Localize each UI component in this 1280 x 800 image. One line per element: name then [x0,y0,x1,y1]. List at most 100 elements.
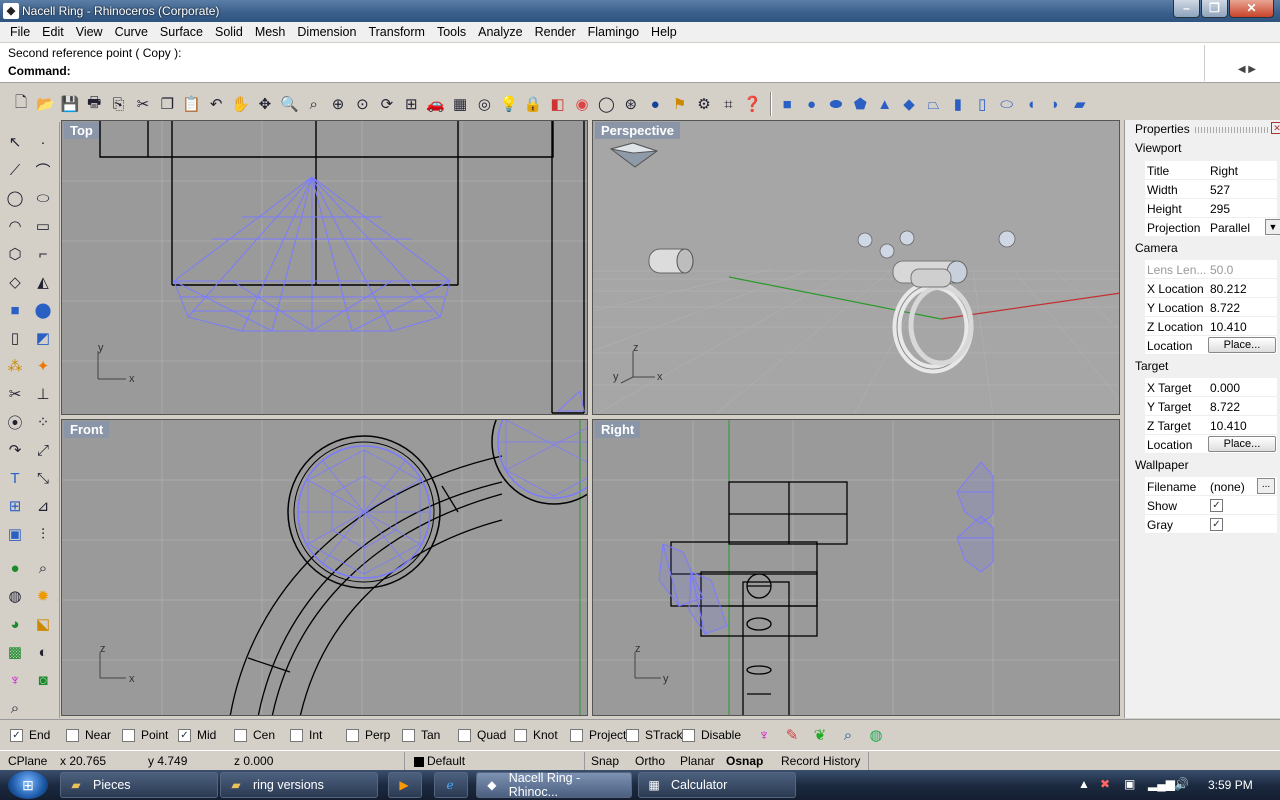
magnifier-icon[interactable]: ⌕ [836,724,860,746]
osnap-checkbox[interactable] [402,728,415,742]
rotate-icon[interactable]: ⟳ [376,93,398,115]
search-icon[interactable]: ⌕ [3,696,27,720]
record-history-toggle[interactable]: Record History [781,754,860,768]
taskbar-clock[interactable]: 3:59 PM [1208,778,1253,792]
leaf-icon[interactable]: ❦ [808,724,832,746]
properties-close-icon[interactable]: ✕ [1271,122,1280,134]
polygon-icon[interactable]: ⬡ [3,242,27,266]
planar-toggle[interactable]: Planar [680,754,715,768]
osnap-near[interactable]: Near [66,728,111,742]
viewport-right[interactable]: Right z y [592,419,1120,716]
new-icon[interactable]: 🗋 [10,93,32,115]
viewport-label-front[interactable]: Front [64,421,110,438]
menu-flamingo[interactable]: Flamingo [582,25,645,39]
fillet-curve-icon[interactable]: ⌐ [31,242,55,266]
split-icon[interactable]: ⊥ [31,382,55,406]
sun-icon[interactable]: ✹ [31,584,55,608]
restore-button[interactable]: ❐ [1201,0,1228,18]
prop-value[interactable]: 10.410 [1210,320,1247,334]
prop-value[interactable]: 8.722 [1210,301,1240,315]
tray-signal-icon[interactable]: ▂▄▆ [1148,777,1175,791]
save-icon[interactable]: 💾 [59,93,81,115]
close-button[interactable]: ✕ [1229,0,1274,18]
zoom-tool-icon[interactable]: ⌕ [31,556,55,580]
viewport-label-perspective[interactable]: Perspective [595,122,680,139]
rotate-view-icon[interactable]: ✥ [254,93,276,115]
osnap-int[interactable]: Int [290,728,322,742]
help-icon[interactable]: ❓ [742,93,764,115]
osnap-knot[interactable]: Knot [514,728,558,742]
prop-xtarget-row[interactable]: X Target 0.000 [1145,378,1277,397]
menu-tools[interactable]: Tools [431,25,472,39]
current-layer[interactable]: Default [427,754,465,768]
browse-button[interactable]: ... [1257,478,1275,494]
menu-file[interactable]: File [4,25,36,39]
prop-zloc-row[interactable]: Z Location 10.410 [1145,317,1277,336]
select-filter-icon[interactable]: ⚑ [669,93,691,115]
viewport-top[interactable]: Top y x [61,120,588,415]
open-icon[interactable]: 📂 [34,93,56,115]
zoom-icon[interactable]: 🔍 [278,93,300,115]
move-icon[interactable]: ↷ [3,438,27,462]
prop-value[interactable]: 527 [1210,183,1230,197]
render-preview-icon[interactable]: ◙ [31,668,55,692]
boolean-union-icon[interactable]: ⬤ [31,298,55,322]
prop-projection-row[interactable]: Projection Parallel ▼ [1145,218,1280,237]
menu-curve[interactable]: Curve [109,25,154,39]
undo-icon[interactable]: ↶ [205,93,227,115]
osnap-checkbox[interactable] [514,728,527,742]
sphere-icon[interactable]: ● [801,93,823,115]
environment-icon[interactable]: ◕ [3,612,27,636]
flamingo-icon[interactable]: ♆ [3,668,27,692]
ellipsoid-icon[interactable]: ⬬ [825,93,847,115]
menu-render[interactable]: Render [529,25,582,39]
lock-icon[interactable]: 🔒 [522,93,544,115]
target-place-button[interactable]: Place... [1208,436,1276,452]
color-wheel-icon[interactable]: ◉ [571,93,593,115]
prop-yloc-row[interactable]: Y Location 8.722 [1145,298,1277,317]
prop-value[interactable]: 8.722 [1210,400,1240,414]
surface-loft-icon[interactable]: ◭ [31,270,55,294]
pan-icon[interactable]: ✋ [230,93,252,115]
osnap-cen[interactable]: Cen [234,728,275,742]
cplane-icon[interactable]: ◎ [473,93,495,115]
task-pieces[interactable]: ▰ Pieces [60,772,218,798]
rectangle-icon[interactable]: ▭ [31,214,55,238]
prop-height-row[interactable]: Height 295 [1145,199,1277,218]
car-icon[interactable]: 🚗 [425,93,447,115]
globe-icon[interactable]: ◍ [864,724,888,746]
menu-surface[interactable]: Surface [154,25,209,39]
osnap-checkbox[interactable] [626,728,639,742]
point-icon[interactable]: · [31,130,55,154]
cone-icon[interactable]: ▲ [874,93,896,115]
properties-grip[interactable] [1195,127,1269,133]
start-button[interactable]: ⊞ [8,771,48,799]
prop-xloc-row[interactable]: X Location 80.212 [1145,279,1277,298]
osnap-checkbox[interactable] [66,728,79,742]
task-ring-versions[interactable]: ▰ ring versions [220,772,378,798]
osnap-checkbox[interactable] [290,728,303,742]
prop-ytarget-row[interactable]: Y Target 8.722 [1145,397,1277,416]
layer-color-swatch[interactable] [414,757,424,767]
menu-solid[interactable]: Solid [209,25,249,39]
trim-icon[interactable]: ✂ [3,382,27,406]
task-media-player[interactable]: ▶ [388,772,422,798]
select-icon[interactable]: ↖ [3,130,27,154]
point-edit-icon[interactable]: ⁘ [31,410,55,434]
shaded-icon[interactable]: ● [644,93,666,115]
import-icon[interactable]: ⎘ [108,93,130,115]
prop-gray-row[interactable]: Gray ✓ [1145,515,1277,534]
box-icon[interactable]: ■ [776,93,798,115]
decal-icon[interactable]: ⬕ [31,612,55,636]
text-icon[interactable]: T [3,466,27,490]
ortho-toggle[interactable]: Ortho [635,754,665,768]
viewport-label-right[interactable]: Right [595,421,641,438]
extrude-icon[interactable]: ◗ [1044,93,1066,115]
cylinder-tool-icon[interactable]: ▯ [3,326,27,350]
osnap-tan[interactable]: Tan [402,728,440,742]
osnap-checkbox[interactable] [234,728,247,742]
osnap-checkbox[interactable] [570,728,583,742]
grid-icon[interactable]: ▦ [449,93,471,115]
prop-value[interactable]: 10.410 [1210,419,1247,433]
box-edit-icon[interactable]: ▣ [3,522,27,546]
